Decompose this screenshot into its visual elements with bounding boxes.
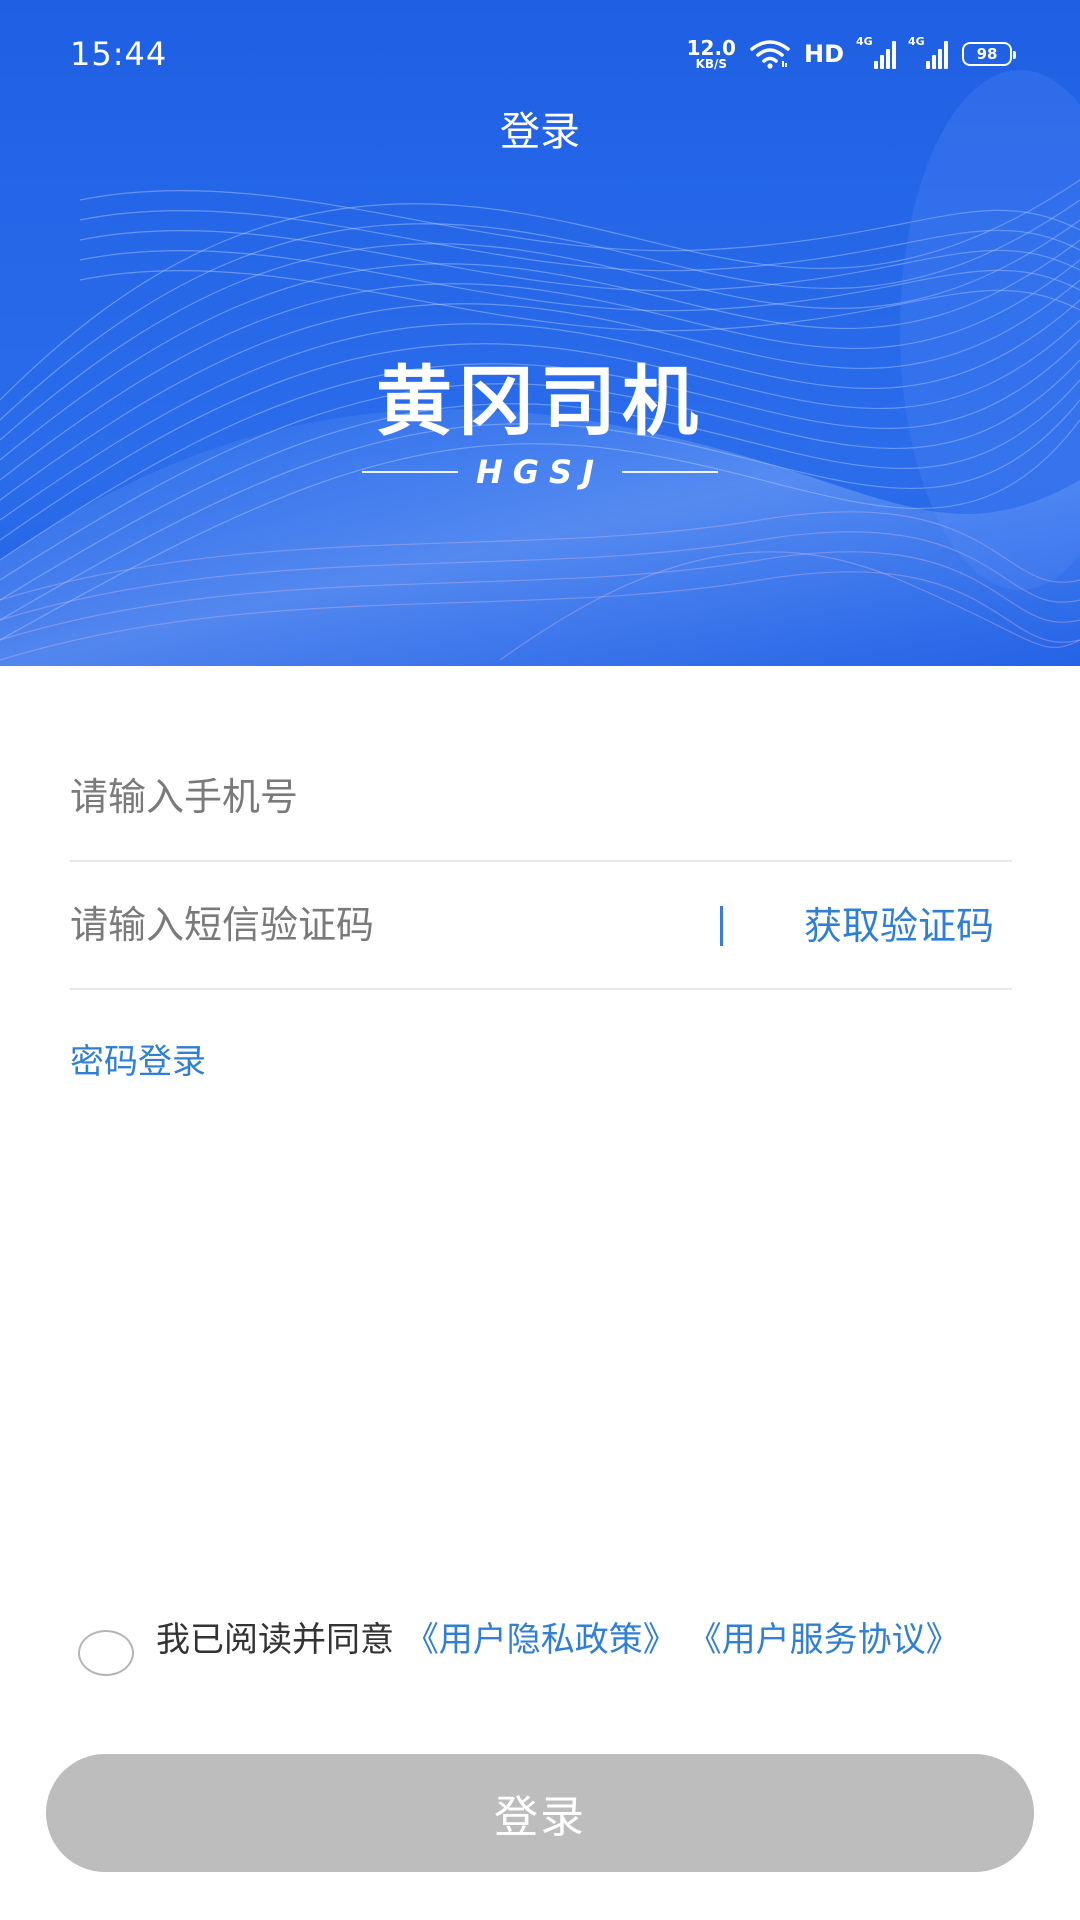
- brand-line-right: [622, 471, 718, 473]
- signal-icon-1: 4G: [856, 35, 896, 69]
- battery-level: 98: [976, 45, 998, 63]
- agree-checkbox[interactable]: [78, 1630, 134, 1676]
- net-speed-unit: KB/S: [695, 57, 728, 71]
- phone-field-row: [70, 734, 1012, 862]
- code-divider: [720, 906, 723, 946]
- code-field-row: 获取验证码: [70, 862, 1012, 990]
- sms-code-input[interactable]: [70, 862, 710, 988]
- agreement-text: 我已阅读并同意 《用户隐私政策》 《用户服务协议》: [156, 1618, 1006, 1662]
- hd-label: HD: [803, 40, 844, 68]
- brand-subtitle: HGSJ: [476, 453, 604, 491]
- privacy-policy-link[interactable]: 《用户隐私政策》: [405, 1620, 677, 1660]
- get-code-button[interactable]: 获取验证码: [804, 902, 994, 950]
- status-bar: 15:44 12.0 KB/S HD 4G 4G 98: [0, 0, 1080, 108]
- signal-1-label: 4G: [856, 35, 873, 48]
- net-speed-value: 12.0: [686, 36, 736, 60]
- agreement-prefix: 我已阅读并同意: [156, 1620, 394, 1660]
- signal-2-label: 4G: [908, 35, 925, 48]
- status-icons: 12.0 KB/S HD 4G 4G 98: [687, 35, 1016, 72]
- page-title: 登录: [500, 109, 580, 155]
- brand-subtitle-row: HGSJ: [0, 452, 1080, 492]
- brand-logo: 黄冈司机 HGSJ: [0, 358, 1080, 492]
- signal-icon-2: 4G: [908, 35, 948, 69]
- header-banner: 15:44 12.0 KB/S HD 4G 4G 98 登录 黄冈司机 HGSJ: [0, 0, 1080, 666]
- service-agreement-link[interactable]: 《用户服务协议》: [688, 1620, 960, 1660]
- phone-input[interactable]: [70, 734, 710, 860]
- brand-line-left: [362, 471, 458, 473]
- status-time: 15:44: [70, 35, 168, 73]
- brand-name: 黄冈司机: [376, 357, 704, 446]
- wifi-icon: [750, 40, 790, 69]
- login-button[interactable]: 登录: [46, 1754, 1034, 1872]
- login-page: 15:44 12.0 KB/S HD 4G 4G 98 登录 黄冈司机 HGSJ…: [0, 0, 1080, 1920]
- net-speed: 12.0 KB/S: [687, 38, 736, 70]
- battery-icon: 98: [962, 42, 1016, 66]
- password-login-link[interactable]: 密码登录: [70, 1040, 206, 1084]
